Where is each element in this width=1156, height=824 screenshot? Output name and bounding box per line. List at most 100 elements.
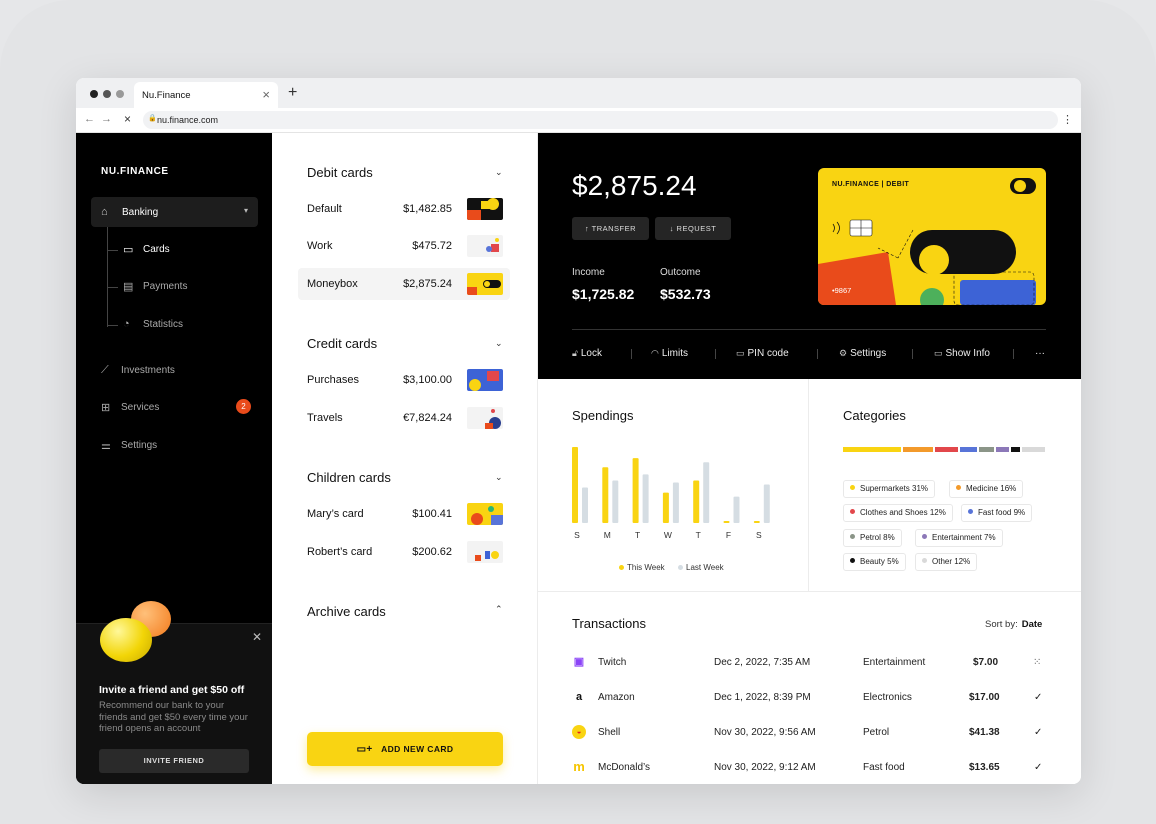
back-icon[interactable]: ← [84,113,95,125]
shell-icon: ◒ [572,725,586,739]
legend-swatch [678,565,683,571]
chart-line-icon: ⟋ [101,364,109,376]
limits-action[interactable]: ◠ Limits [651,348,688,359]
transaction-row[interactable]: ◒ Shell Nov 30, 2022, 9:56 AM Petrol $41… [572,724,1046,744]
category-swatch [850,485,855,491]
card-name: Mary’s card [307,508,364,520]
card-thumbnail [467,541,503,563]
window-maximize-dot[interactable] [116,90,124,98]
chevron-up-icon[interactable]: ⌃ [495,604,503,615]
card-row-roberts-card[interactable]: Robert’s card $200.62 [298,536,510,568]
tx-amount: $41.38 [969,727,1000,738]
category-bar-segment [903,447,934,452]
chevron-down-icon[interactable]: ⌄ [495,167,503,178]
category-label: Medicine 16% [966,484,1017,493]
category-chip[interactable]: Beauty 5% [843,553,906,571]
group-title-credit[interactable]: Credit cards [307,336,377,351]
address-bar: ← → × 🔒 nu.finance.com ⋮ [76,108,1081,133]
twitch-icon: ▣ [573,656,585,668]
x-tick-label: M [603,530,611,540]
new-tab-icon[interactable]: + [288,84,297,102]
sort-value: Date [1021,619,1043,630]
card-row-travels[interactable]: Travels €7,824.24 [298,402,510,434]
category-label: Supermarkets 31% [860,484,929,493]
legend-this-week: This Week [619,563,665,572]
card-row-default[interactable]: Default $1,482.85 [298,193,510,225]
window-close-dot[interactable] [90,90,98,98]
notification-badge: 2 [236,399,251,414]
settings-action[interactable]: ⚙ Settings [839,348,886,359]
sidebar-item-banking[interactable]: ⌂ Banking ▾ [91,197,258,227]
more-options-icon[interactable]: ··· [1035,348,1045,359]
transfer-button[interactable]: ↑ TRANSFER [572,217,649,240]
category-chip[interactable]: Petrol 8% [843,529,902,547]
close-tab-icon[interactable]: × [262,87,270,102]
sidebar-item-label: Settings [121,440,158,451]
card-row-purchases[interactable]: Purchases $3,100.00 [298,364,510,396]
add-new-card-button[interactable]: ▭+ ADD NEW CARD [307,732,503,766]
tx-merchant: Twitch [598,657,627,668]
invite-friend-button[interactable]: INVITE FRIEND [99,749,249,773]
transaction-row[interactable]: m McDonald’s Nov 30, 2022, 9:12 AM Fast … [572,759,1046,779]
show-info-action[interactable]: ▭ Show Info [934,348,990,359]
sort-control[interactable]: Sort by: Date [985,619,1042,630]
browser-tab[interactable]: Nu.Finance × [134,82,278,108]
x-tick-label: F [725,530,732,540]
sidebar-subitem-payments[interactable]: ▤ Payments [108,281,187,293]
chevron-down-icon[interactable]: ⌄ [495,338,503,349]
transaction-row[interactable]: ▣ Twitch Dec 2, 2022, 7:35 AM Entertainm… [572,654,1046,674]
spinner-icon: ⁙ [1033,657,1042,668]
category-chip[interactable]: Supermarkets 31% [843,480,936,498]
card-name: Moneybox [307,278,358,290]
card-thumbnail [467,198,503,220]
document-icon: ▤ [123,281,134,293]
card-name: Purchases [307,374,359,386]
gear-icon: ⚙ [839,348,848,358]
category-chip[interactable]: Medicine 16% [949,480,1024,498]
request-button[interactable]: ↓ REQUEST [655,217,731,240]
stop-icon[interactable]: × [124,112,131,126]
action-label: Settings [850,348,887,359]
window-minimize-dot[interactable] [103,90,111,98]
card-amount: $2,875.24 [403,278,452,290]
debit-card-visual[interactable]: NU.FINANCE | DEBIT •9867 [818,168,1046,305]
category-chip[interactable]: Entertainment 7% [915,529,1003,547]
url-field[interactable]: 🔒 nu.finance.com [143,111,1058,129]
sidebar-subitem-statistics[interactable]: ◔ Statistics [108,318,183,330]
chat-bubble-illustration [100,618,152,662]
chevron-down-icon[interactable]: ⌄ [495,472,503,483]
group-title-archive[interactable]: Archive cards [307,604,386,619]
category-bar-segment [843,447,902,452]
chevron-down-icon: ▾ [243,206,248,215]
group-title-debit[interactable]: Debit cards [307,165,373,180]
pin-code-action[interactable]: ▭ PIN code [736,348,789,359]
close-icon[interactable]: ✕ [252,630,262,644]
card-row-marys-card[interactable]: Mary’s card $100.41 [298,498,510,530]
spendings-chart [572,447,770,523]
card-row-work[interactable]: Work $475.72 [298,230,510,262]
app-logo: NU.FINANCE [101,166,169,177]
lock-action[interactable]: 🔓︎ Lock [572,348,602,359]
legend-last-week: Last Week [678,563,724,572]
category-swatch [850,534,855,540]
category-chip[interactable]: Other 12% [915,553,978,571]
key-icon: ▭ [736,348,745,358]
tx-date: Nov 30, 2022, 9:12 AM [714,762,816,773]
amazon-icon: a [575,691,583,703]
transaction-row[interactable]: a Amazon Dec 1, 2022, 8:39 PM Electronic… [572,689,1046,709]
card-row-moneybox[interactable]: Moneybox $2,875.24 [298,268,510,300]
forward-icon[interactable]: → [101,113,112,125]
category-swatch [922,558,927,564]
add-card-label: ADD NEW CARD [381,744,454,754]
card-name: Default [307,203,342,215]
check-icon: ✓ [1034,692,1043,703]
action-label: Lock [580,348,602,359]
card-amount: €7,824.24 [403,412,452,424]
tx-date: Nov 30, 2022, 9:56 AM [714,727,816,738]
category-swatch [968,509,973,515]
browser-menu-icon[interactable]: ⋮ [1062,113,1073,126]
category-chip[interactable]: Fast food 9% [961,504,1033,522]
sidebar-subitem-cards[interactable]: ▭ Cards [108,244,170,256]
group-title-children[interactable]: Children cards [307,470,391,485]
category-chip[interactable]: Clothes and Shoes 12% [843,504,953,522]
